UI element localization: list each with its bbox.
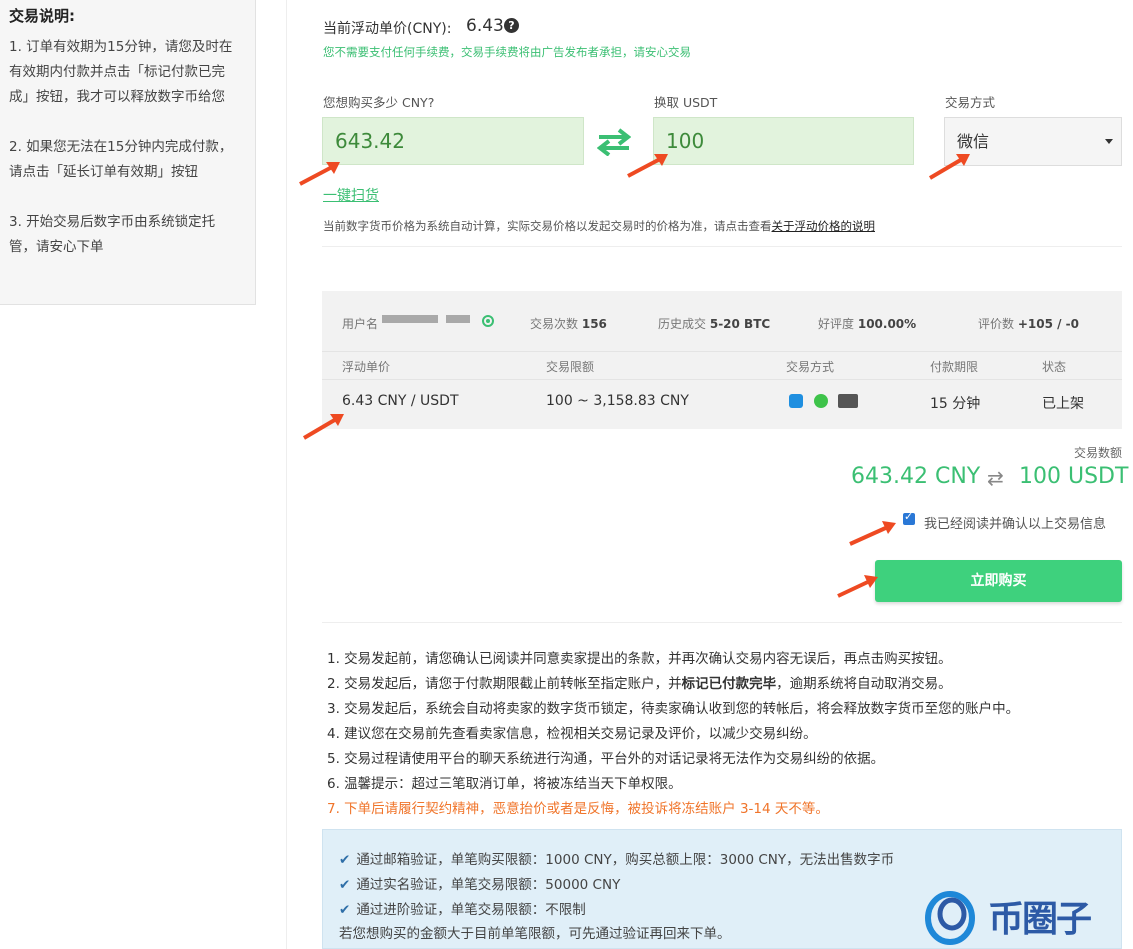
rule-item: 4. 建议您在交易前先查看卖家信息，检视相关交易记录及评价，以减少交易纠纷。 (327, 726, 817, 742)
amount-label: 交易数额 (1073, 446, 1122, 460)
instruction-item: 3. 开始交易后数字币由系统锁定托管，请安心下单 (9, 214, 216, 255)
column-header: 交易限额 (546, 360, 595, 374)
rule-item: 5. 交易过程请使用平台的聊天系统进行沟通，平台外的对话记录将无法作为交易纠纷的… (327, 751, 885, 767)
seller-info-table: 用户名 交易次数 156 历史成交 5-20 BTC 好评度 100.00% 评… (322, 291, 1122, 429)
question-circle-icon[interactable]: ? (504, 18, 519, 33)
usdt-amount-input[interactable]: 100 (653, 117, 914, 165)
check-icon: ✔ (339, 877, 351, 893)
instructions-title: 交易说明: (9, 7, 75, 25)
cny-amount-label: 您想购买多少 CNY? (323, 95, 435, 110)
rule-item: 6. 温馨提示：超过三笔取消订单，将被冻结当天下单权限。 (327, 776, 682, 792)
summary-usdt: 100 USDT (1019, 464, 1129, 489)
bank-card-icon (838, 394, 858, 408)
rating-stat: 好评度 100.00% (818, 317, 917, 331)
divider (322, 246, 1122, 247)
rule-item: 3. 交易发起后，系统会自动将卖家的数字货币锁定，待卖家确认收到您的转帐后，将会… (327, 701, 1020, 717)
reviews-stat: 评价数 +105 / -0 (978, 317, 1080, 331)
payment-method-label: 交易方式 (945, 95, 996, 110)
trades-stat: 交易次数 156 (530, 317, 607, 331)
trade-instructions-panel: 交易说明: 1. 订单有效期为15分钟，请您及时在有效期内付款并点击「标记付款已… (0, 0, 256, 305)
instruction-item: 2. 如果您无法在15分钟内完成付款，请点击「延长订单有效期」按钮 (9, 139, 233, 180)
annotation-arrow-icon (627, 154, 668, 178)
annotation-arrow-icon (928, 154, 970, 180)
column-header: 付款期限 (930, 360, 979, 374)
confirm-label: 我已经阅读并确认以上交易信息 (924, 517, 1107, 532)
instruction-item: 1. 订单有效期为15分钟，请您及时在有效期内付款并点击「标记付款已完成」按钮，… (9, 39, 233, 105)
username-blurred (446, 315, 470, 323)
history-stat: 历史成交 5-20 BTC (658, 317, 771, 331)
watermark-text: 币圈子 (988, 899, 1092, 940)
rule-item: 1. 交易发起前，请您确认已阅读并同意卖家提出的条款，并再次确认交易内容无误后，… (327, 651, 952, 667)
payment-method-value: 微信 (957, 132, 990, 151)
floating-price-link[interactable]: 关于浮动价格的说明 (772, 219, 876, 233)
unit-price-cell: 6.43 CNY / USDT (342, 393, 459, 409)
usdt-amount-label: 换取 USDT (654, 95, 718, 110)
column-header: 状态 (1042, 360, 1067, 374)
username-label: 用户名 (342, 317, 379, 331)
verify-footer: 若您想购买的金额大于目前单笔限额，可先通过验证再回来下单。 (339, 926, 731, 942)
verify-item: ✔ 通过实名验证，单笔交易限额：50000 CNY (339, 877, 621, 893)
confirm-checkbox[interactable] (903, 510, 915, 525)
check-icon: ✔ (339, 902, 351, 918)
price-calc-text: 当前数字货币价格为系统自动计算，实际交易价格以发起交易时的价格为准，请点击查看 (323, 219, 772, 233)
price-label: 当前浮动单价(CNY): (323, 21, 452, 37)
wechat-icon (814, 394, 828, 408)
annotation-arrow-icon (837, 575, 878, 598)
rule-item-warning: 7. 下单后请履行契约精神，恶意抬价或者是反悔，被投诉将冻结账户 3-14 天不… (327, 801, 829, 817)
rule-item: 2. 交易发起后，请您于付款期限截止前转帐至指定账户，并标记已付款完毕，逾期系统… (327, 676, 952, 692)
summary-cny: 643.42 CNY (851, 464, 981, 489)
annotation-arrow-icon (849, 521, 896, 546)
rule-emphasis: 标记已付款完毕 (681, 676, 777, 692)
divider (322, 622, 1122, 623)
price-calc-note: 当前数字货币价格为系统自动计算，实际交易价格以发起交易时的价格为准，请点击查看关… (323, 218, 875, 234)
chevron-down-icon (1105, 139, 1113, 144)
alipay-icon (789, 394, 803, 408)
status-cell: 已上架 (1042, 396, 1084, 412)
annotation-arrow-icon (299, 162, 340, 186)
username-blurred (382, 315, 438, 323)
check-icon: ✔ (339, 852, 351, 868)
column-divider (286, 0, 287, 949)
payment-period-cell: 15 分钟 (930, 396, 981, 412)
quick-buy-link[interactable]: 一键扫货 (323, 185, 379, 205)
verified-icon (482, 315, 494, 327)
logo-icon (925, 891, 975, 945)
fee-note: 您不需要支付任何手续费，交易手续费将由广告发布者承担，请安心交易 (323, 45, 691, 59)
verify-item: ✔ 通过进阶验证，单笔交易限额：不限制 (339, 902, 586, 918)
annotation-arrow-icon (302, 414, 344, 440)
column-header: 浮动单价 (342, 360, 391, 374)
watermark-logo: 币圈子 (922, 884, 1132, 946)
limit-cell: 100 ~ 3,158.83 CNY (546, 393, 689, 409)
verify-item: ✔ 通过邮箱验证，单笔购买限额：1000 CNY，购买总额上限：3000 CNY，… (339, 852, 895, 868)
cny-amount-input[interactable]: 643.42 (322, 117, 584, 165)
table-header: 浮动单价 交易限额 交易方式 付款期限 状态 (322, 351, 1122, 380)
swap-symbol: ⇄ (987, 466, 1004, 490)
column-header: 交易方式 (786, 360, 835, 374)
price-value: 6.43 (466, 16, 504, 36)
buy-now-button[interactable]: 立即购买 (875, 560, 1122, 602)
